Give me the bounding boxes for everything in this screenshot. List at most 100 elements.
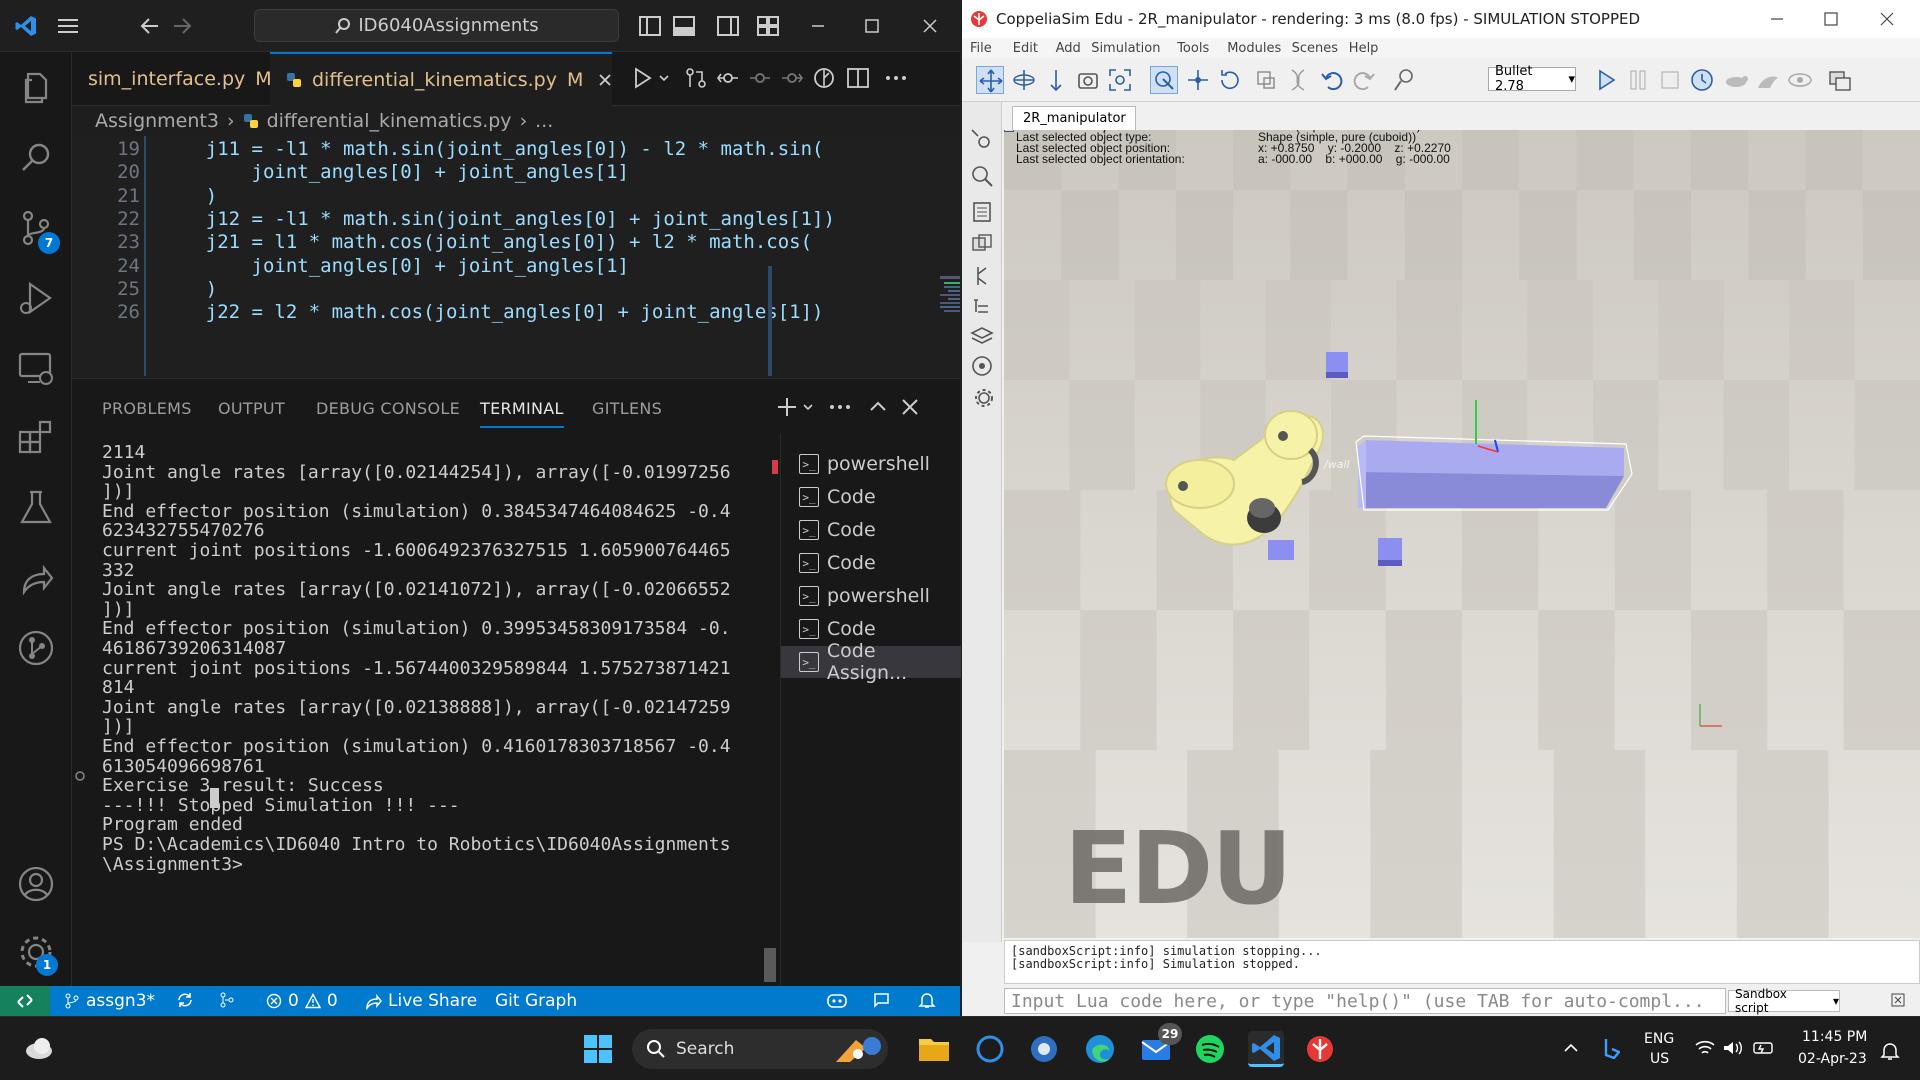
cube-1[interactable] — [1326, 352, 1348, 378]
testing-flask-icon[interactable] — [16, 488, 56, 528]
battery-icon[interactable] — [1752, 1039, 1776, 1057]
search-icon[interactable] — [16, 138, 56, 178]
tab-gitlens[interactable]: GITLENS — [592, 399, 662, 418]
sync-icon[interactable] — [176, 991, 194, 1009]
tab-output[interactable]: OUTPUT — [218, 399, 285, 418]
model-browser-icon[interactable] — [970, 354, 994, 378]
code-line[interactable]: ) — [160, 185, 217, 207]
close-icon[interactable] — [1876, 8, 1898, 30]
code-line[interactable]: j22 = l2 * math.cos(joint_angles[0] + jo… — [160, 301, 824, 323]
terminal-instance[interactable]: >_ Code — [781, 547, 961, 579]
cortana-circle-icon[interactable] — [972, 1031, 1008, 1067]
menu-item-file[interactable]: File — [970, 41, 992, 56]
object-shift-icon[interactable] — [1184, 66, 1212, 94]
clock-time[interactable]: 11:45 PM — [1802, 1029, 1867, 1045]
clear-console-icon[interactable] — [1890, 992, 1906, 1008]
toggle-primary-sidebar-icon[interactable] — [638, 14, 662, 38]
file-explorer-icon[interactable] — [916, 1031, 952, 1067]
code-line[interactable]: ) — [160, 278, 217, 300]
wifi-icon[interactable] — [1694, 1039, 1716, 1057]
source-control-icon[interactable]: 7 — [16, 208, 60, 254]
close-panel-icon[interactable] — [898, 395, 922, 419]
visualization-toggle-icon[interactable] — [1786, 66, 1814, 94]
menu-item-tools[interactable]: Tools — [1177, 41, 1209, 56]
language-primary[interactable]: ENG — [1644, 1031, 1674, 1047]
transfer-dna-icon[interactable] — [1284, 66, 1312, 94]
code-line[interactable]: j11 = -l1 * math.sin(joint_angles[0]) - … — [160, 138, 824, 160]
code-line[interactable]: j12 = -l1 * math.sin(joint_angles[0] + j… — [160, 208, 835, 230]
volume-icon[interactable] — [1722, 1039, 1744, 1057]
terminal-instance[interactable]: >_ Code — [781, 481, 961, 513]
coppeliasim-taskbar-icon[interactable] — [1302, 1031, 1338, 1067]
terminal-scrollbar[interactable] — [764, 948, 776, 982]
simulation-settings-icon[interactable] — [970, 128, 994, 152]
dynamics-engine-icon[interactable] — [1390, 66, 1418, 94]
cube-2[interactable] — [1378, 538, 1402, 566]
remote-explorer-icon[interactable] — [16, 348, 56, 388]
real-time-icon[interactable] — [1688, 66, 1716, 94]
user-settings-icon[interactable] — [970, 384, 994, 408]
bing-icon[interactable] — [1602, 1037, 1620, 1059]
editor-scrollbar[interactable] — [768, 266, 772, 376]
camera-angle-icon[interactable] — [1074, 66, 1102, 94]
slower-icon[interactable] — [1722, 66, 1750, 94]
script-target-select[interactable]: Sandbox script ▾ — [1728, 987, 1840, 1015]
redo-icon[interactable] — [1350, 66, 1378, 94]
lua-command-input[interactable]: Input Lua code here, or type "help()" (u… — [1004, 988, 1726, 1014]
close-tab-icon[interactable] — [597, 72, 613, 88]
branch-indicator[interactable]: assgn3* — [64, 991, 155, 1011]
maximize-icon[interactable] — [860, 14, 884, 38]
breadcrumb-file[interactable]: differential_kinematics.py — [267, 110, 512, 132]
copilot-icon[interactable] — [826, 991, 848, 1009]
run-python-file-icon[interactable] — [632, 66, 676, 90]
weather-widget-icon[interactable] — [24, 1035, 54, 1061]
menu-item-modules[interactable]: Modules — [1227, 41, 1281, 56]
notifications-bell-icon[interactable] — [918, 991, 936, 1009]
cube-3[interactable] — [1268, 540, 1294, 560]
scene-object-properties-icon[interactable] — [970, 164, 994, 188]
code-line[interactable]: joint_angles[0] + joint_angles[1] — [160, 255, 630, 277]
language-secondary[interactable]: US — [1650, 1051, 1669, 1067]
run-debug-icon[interactable] — [16, 278, 56, 318]
stop-simulation-icon[interactable] — [1656, 66, 1684, 94]
gitlens-inspect-icon[interactable] — [812, 66, 836, 90]
mail-app-icon[interactable]: 29 — [1138, 1023, 1182, 1067]
camera-rotate-icon[interactable] — [1010, 66, 1038, 94]
toggle-secondary-sidebar-icon[interactable] — [716, 14, 740, 38]
git-graph-button[interactable]: Git Graph — [495, 991, 577, 1011]
terminal-instance[interactable]: >_ powershell — [781, 448, 961, 480]
terminal-instance[interactable]: >_ Code — [781, 514, 961, 546]
tab-terminal[interactable]: TERMINAL — [480, 399, 564, 428]
tab-debug-console[interactable]: DEBUG CONSOLE — [316, 399, 460, 418]
command-center-search[interactable]: ID6040Assignments — [254, 9, 619, 42]
next-change-icon[interactable] — [780, 66, 804, 90]
menu-item-simulation[interactable]: Simulation — [1091, 41, 1160, 56]
notification-center-icon[interactable] — [1880, 1041, 1900, 1061]
terminal-instance[interactable]: >_ powershell — [781, 580, 961, 612]
live-share-icon[interactable] — [16, 558, 56, 598]
minimize-icon[interactable] — [806, 14, 830, 38]
spotify-icon[interactable] — [1192, 1031, 1228, 1067]
toggle-panel-icon[interactable] — [672, 14, 696, 38]
code-editor[interactable]: 19 j11 = -l1 * math.sin(joint_angles[0])… — [72, 136, 960, 376]
tab-problems[interactable]: PROBLEMS — [102, 399, 192, 418]
wall-object[interactable] — [1355, 400, 1633, 511]
split-editor-icon[interactable] — [846, 66, 870, 90]
new-terminal-icon[interactable] — [776, 395, 820, 419]
assemble-icon[interactable] — [1252, 66, 1280, 94]
minimap[interactable] — [940, 276, 960, 336]
scene-hierarchy-icon[interactable] — [970, 296, 994, 320]
accounts-icon[interactable] — [16, 864, 56, 904]
more-actions-icon[interactable] — [884, 66, 908, 90]
settings-app-icon[interactable] — [1026, 1031, 1062, 1067]
extensions-icon[interactable] — [16, 418, 56, 458]
close-icon[interactable] — [918, 14, 942, 38]
maximize-icon[interactable] — [1820, 8, 1842, 30]
camera-pan-icon[interactable] — [976, 66, 1004, 94]
terminal-output[interactable]: 2114 Joint angle rates [array([0.02144254… — [72, 434, 780, 986]
hamburger-menu-icon[interactable] — [56, 14, 80, 38]
settings-gear-icon[interactable]: 1 — [16, 932, 58, 976]
scene-tab[interactable]: 2R_manipulator — [1012, 106, 1136, 130]
faster-icon[interactable] — [1754, 66, 1782, 94]
object-rotate-icon[interactable] — [1216, 66, 1244, 94]
